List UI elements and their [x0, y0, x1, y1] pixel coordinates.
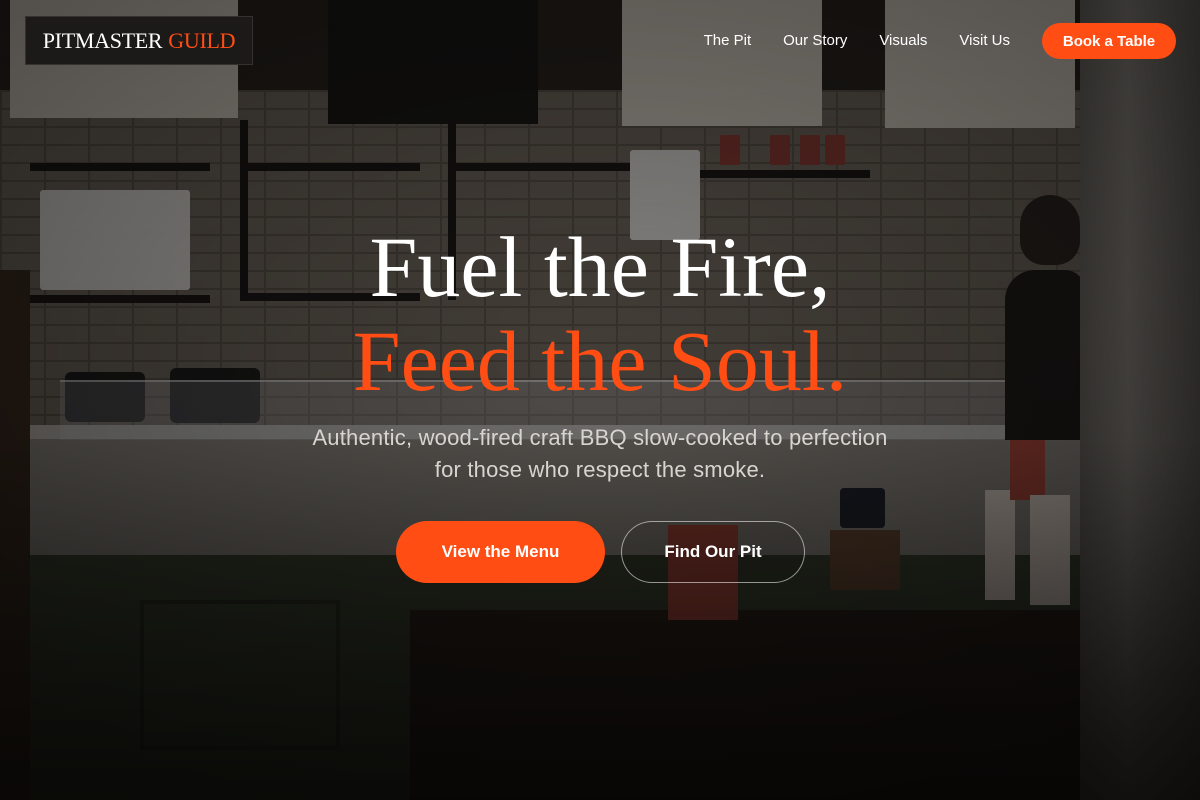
nav-link-our-story[interactable]: Our Story	[783, 31, 847, 51]
hero-title-line1: Fuel the Fire,	[369, 219, 831, 315]
hero-section: Fuel the Fire, Feed the Soul. Authentic,…	[0, 220, 1200, 486]
view-menu-button[interactable]: View the Menu	[396, 521, 605, 583]
brand-name-main: PITMASTER	[42, 27, 163, 53]
hero-subtitle: Authentic, wood-fired craft BBQ slow-coo…	[0, 422, 1200, 486]
hero-subtitle-line1: Authentic, wood-fired craft BBQ slow-coo…	[312, 425, 888, 450]
hero-title-line2: Feed the Soul.	[352, 313, 848, 409]
brand-name-accent: GUILD	[168, 27, 236, 53]
book-table-button[interactable]: Book a Table	[1042, 23, 1176, 59]
nav-link-the-pit[interactable]: The Pit	[704, 31, 752, 51]
find-our-pit-button[interactable]: Find Our Pit	[621, 521, 805, 583]
brand-logo[interactable]: PITMASTER GUILD	[25, 16, 253, 65]
nav-link-visit-us[interactable]: Visit Us	[959, 31, 1010, 51]
hero-subtitle-line2: for those who respect the smoke.	[434, 457, 766, 482]
main-nav: The Pit Our Story Visuals Visit Us	[704, 31, 1010, 51]
hero-actions: View the Menu Find Our Pit	[0, 521, 1200, 583]
nav-link-visuals[interactable]: Visuals	[879, 31, 927, 51]
